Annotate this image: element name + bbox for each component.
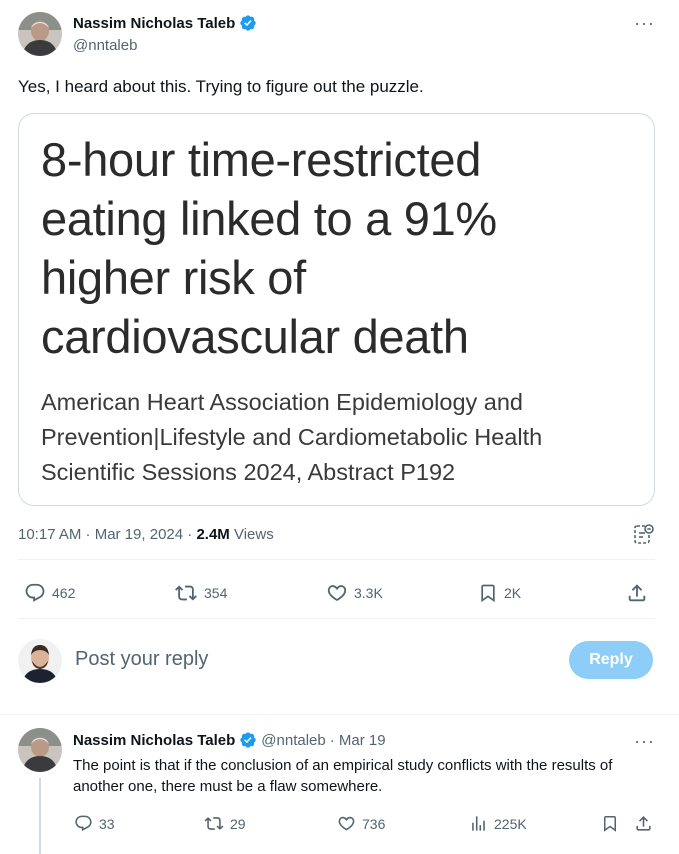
reply-share-button[interactable]	[634, 814, 653, 833]
views-count: 2.4M	[196, 526, 230, 543]
repost-count: 354	[204, 585, 228, 601]
bookmark-icon	[478, 582, 498, 604]
heart-icon	[337, 814, 356, 833]
card-headline-line: cardiovascular death	[41, 310, 469, 363]
bookmark-action[interactable]: 2K	[478, 582, 521, 604]
author-handle[interactable]: @nntaleb	[73, 37, 137, 54]
reply-date[interactable]: · Mar 19	[330, 732, 386, 749]
card-headline-line: 8-hour time-restricted	[41, 133, 482, 186]
reply-count: 462	[52, 585, 76, 601]
share-icon	[626, 582, 648, 604]
divider	[0, 714, 679, 715]
card-subtitle-line: American Heart Association Epidemiology …	[41, 389, 524, 415]
author-avatar[interactable]	[18, 12, 62, 56]
reply-author-avatar[interactable]	[18, 728, 62, 772]
heart-icon	[326, 582, 348, 604]
share-icon	[634, 814, 653, 833]
reply-author-header: Nassim Nicholas Taleb @nntaleb · Mar 19	[73, 731, 386, 749]
more-options-icon[interactable]: ···	[634, 14, 655, 32]
reply-input[interactable]: Post your reply	[75, 648, 555, 671]
card-subtitle: American Heart Association Epidemiology …	[41, 385, 641, 490]
reply-repost-action[interactable]: 29	[204, 814, 246, 833]
current-user-avatar[interactable]	[18, 639, 62, 683]
verified-badge-icon	[239, 731, 257, 749]
reply-more-options-icon[interactable]: ···	[634, 732, 655, 750]
divider	[18, 618, 655, 619]
bookmark-count: 2K	[504, 585, 522, 601]
reply-action[interactable]: 462	[24, 582, 75, 604]
card-headline: 8-hour time-restricted eating linked to …	[41, 130, 641, 366]
repost-icon	[174, 582, 198, 604]
author-name-text[interactable]: Nassim Nicholas Taleb	[73, 15, 235, 32]
verified-badge-icon	[239, 14, 257, 32]
repost-action[interactable]: 354	[174, 582, 227, 604]
reply-reply-count: 33	[99, 815, 115, 832]
tweet-meta: 10:17 AM · Mar 19, 2024 · 2.4M Views	[18, 526, 274, 543]
like-count: 3.3K	[354, 585, 383, 601]
tweet-timestamp[interactable]: 10:17 AM · Mar 19, 2024 ·	[18, 526, 196, 543]
reply-button[interactable]: Reply	[569, 641, 653, 679]
reply-like-count: 736	[362, 815, 386, 832]
reply-reply-action[interactable]: 33	[74, 814, 115, 833]
repost-icon	[204, 814, 224, 833]
reply-bookmark-button[interactable]	[601, 814, 619, 833]
reply-views-action[interactable]: 225K	[469, 814, 527, 833]
author-name[interactable]: Nassim Nicholas Taleb	[73, 14, 257, 32]
card-headline-line: eating linked to a 91%	[41, 192, 497, 245]
thread-line	[39, 778, 41, 854]
divider	[18, 559, 655, 560]
views-chart-icon	[469, 814, 488, 833]
reply-icon	[24, 582, 46, 604]
views-label: Views	[229, 526, 274, 543]
reply-repost-count: 29	[230, 815, 246, 832]
article-card[interactable]: 8-hour time-restricted eating linked to …	[18, 113, 655, 506]
reply-views-count: 225K	[494, 815, 527, 832]
post-analytics-icon[interactable]	[633, 523, 655, 552]
card-subtitle-line: Prevention|Lifestyle and Cardiometabolic…	[41, 424, 543, 450]
reply-author-handle[interactable]: @nntaleb	[261, 732, 325, 749]
reply-tweet-text: The point is that if the conclusion of a…	[73, 757, 613, 795]
card-headline-line: higher risk of	[41, 251, 306, 304]
reply-icon	[74, 814, 93, 833]
card-subtitle-line: Scientific Sessions 2024, Abstract P192	[41, 459, 456, 485]
like-action[interactable]: 3.3K	[326, 582, 383, 604]
reply-author-name[interactable]: Nassim Nicholas Taleb	[73, 732, 235, 749]
bookmark-icon	[601, 814, 619, 833]
reply-like-action[interactable]: 736	[337, 814, 385, 833]
share-button[interactable]	[626, 582, 648, 604]
tweet-text: Yes, I heard about this. Trying to figur…	[18, 77, 424, 96]
